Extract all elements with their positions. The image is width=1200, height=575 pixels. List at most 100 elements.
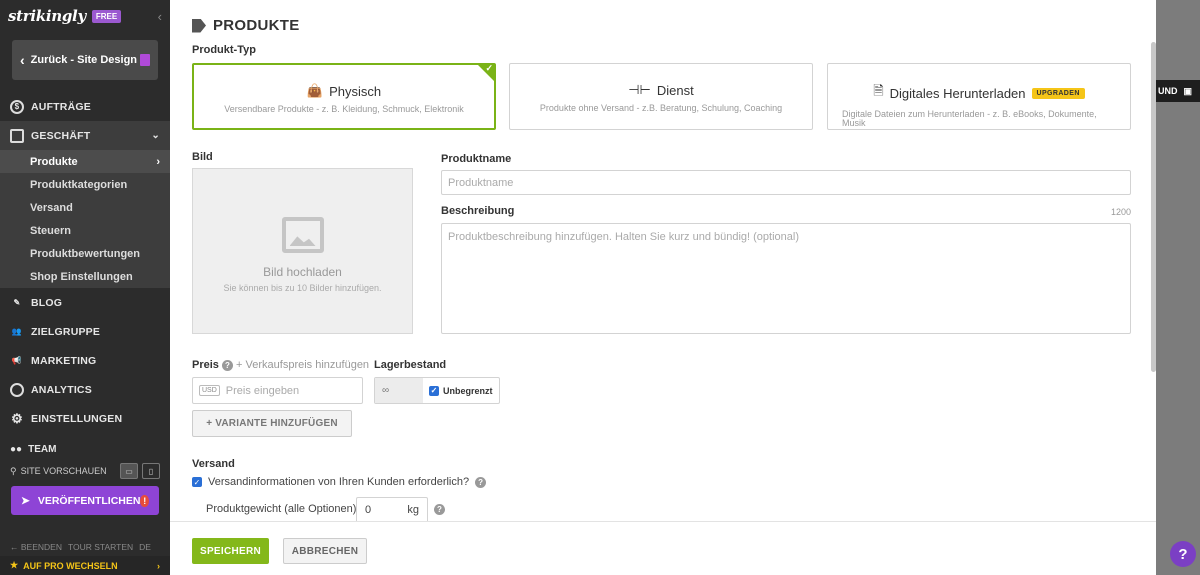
type-title: 🗎 Digitales Herunterladen UPGRADEN xyxy=(828,82,1130,104)
sidebar-item-label: MARKETING xyxy=(31,354,97,367)
add-sale-price-link[interactable]: + Verkaufspreis hinzufügen xyxy=(236,359,369,371)
upgrade-badge[interactable]: UPGRADEN xyxy=(1031,87,1085,99)
upload-hint: Sie können bis zu 10 Bilder hinzufügen. xyxy=(223,283,382,293)
help-button[interactable]: ? xyxy=(1170,541,1196,567)
help-icon[interactable]: ? xyxy=(221,359,233,371)
product-type-label: Produkt-Typ xyxy=(192,44,256,56)
type-card-digital[interactable]: 🗎 Digitales Herunterladen UPGRADEN Digit… xyxy=(827,63,1131,130)
cancel-button[interactable]: ABBRECHEN xyxy=(283,538,367,564)
team-icon: ●● xyxy=(10,443,23,455)
tour-link[interactable]: TOUR STARTEN xyxy=(68,542,133,552)
sidebar-item-audience[interactable]: 👥 ZIELGRUPPE xyxy=(0,317,170,346)
stock-field: ∞ ✓ Unbegrenzt xyxy=(374,377,500,404)
sidebar-subitem-shop-settings[interactable]: Shop Einstellungen xyxy=(0,265,170,288)
sidebar-item-analytics[interactable]: ANALYTICS xyxy=(0,375,170,404)
publish-button[interactable]: ➤ VERÖFFENTLICHEN ! xyxy=(11,486,159,515)
checkbox-checked-icon: ✓ xyxy=(429,385,439,396)
sidebar-subitem-shipping[interactable]: Versand xyxy=(0,196,170,219)
sidebar-item-label: BLOG xyxy=(31,296,63,309)
preview-label[interactable]: SITE VORSCHAUEN xyxy=(21,466,107,476)
upgrade-pro-label: AUF PRO WECHSELN xyxy=(23,560,118,571)
type-card-physical[interactable]: ✓ 👜 Physisch Versendbare Produkte - z. B… xyxy=(192,63,496,130)
sidebar-item-marketing[interactable]: 📢 MARKETING xyxy=(0,346,170,375)
description-textarea[interactable]: Produktbeschreibung hinzufügen. Halten S… xyxy=(441,223,1131,334)
sidebar-item-blog[interactable]: ✎ BLOG xyxy=(0,288,170,317)
sidebar-subitem-categories[interactable]: Produktkategorien xyxy=(0,173,170,196)
back-label: Zurück - Site Design xyxy=(30,54,138,66)
sidebar-item-business[interactable]: GESCHÄFT ⌄ xyxy=(0,121,170,150)
page-icon xyxy=(140,54,150,66)
weight-input[interactable]: 0 kg xyxy=(356,497,428,523)
file-icon: 🗎 xyxy=(873,83,884,98)
sidebar-subitem-reviews[interactable]: Produktbewertungen xyxy=(0,242,170,265)
unlimited-checkbox[interactable]: ✓ Unbegrenzt xyxy=(423,378,499,403)
free-badge: FREE xyxy=(91,9,122,23)
sidebar: strikingly FREE ‹ ‹ Zurück - Site Design… xyxy=(0,0,170,575)
mobile-icon[interactable]: ▯ xyxy=(142,463,160,479)
image-label: Bild xyxy=(192,151,213,163)
store-icon xyxy=(10,128,24,143)
chevron-down-icon: ⌄ xyxy=(151,130,160,141)
price-input[interactable]: USD Preis eingeben xyxy=(192,377,363,404)
help-icon[interactable]: ? xyxy=(475,476,487,488)
help-icon[interactable]: ? xyxy=(434,504,445,515)
type-subtitle: Digitale Dateien zum Herunterladen - z. … xyxy=(842,109,1097,128)
char-count: 1200 xyxy=(1111,207,1132,217)
sidebar-subitem-taxes[interactable]: Steuern xyxy=(0,219,170,242)
type-title: 👜 Physisch xyxy=(306,83,382,99)
device-toggle: ▭ ▯ xyxy=(120,463,160,479)
feather-icon: ✎ xyxy=(13,298,21,307)
sidebar-item-label: ZIELGRUPPE xyxy=(31,325,101,338)
check-icon: ✓ xyxy=(485,63,493,73)
description-label: Beschreibung xyxy=(441,205,515,217)
backdrop-toolbar: UND ▣ xyxy=(1156,80,1200,102)
collapse-sidebar-icon[interactable]: ‹ xyxy=(158,9,162,24)
currency-badge: USD xyxy=(199,385,220,396)
shipping-required-checkbox[interactable]: ✓ xyxy=(192,477,202,487)
search-icon: ⚲ xyxy=(10,465,17,476)
stock-input[interactable]: ∞ xyxy=(375,378,423,403)
desktop-icon[interactable]: ▭ xyxy=(120,463,138,479)
sidebar-subitem-products[interactable]: Produkte › xyxy=(0,150,170,173)
type-subtitle: Versendbare Produkte - z. B. Kleidung, S… xyxy=(224,104,464,114)
dollar-icon: $ xyxy=(10,99,24,114)
add-variant-button[interactable]: + VARIANTE HINZUFÜGEN xyxy=(192,410,352,437)
subitem-label: Produkte xyxy=(30,155,78,168)
language-link[interactable]: DE xyxy=(139,542,151,552)
modal-title: PRODUKTE xyxy=(192,17,300,34)
business-submenu: Produkte › Produktkategorien Versand Ste… xyxy=(0,150,170,288)
product-name-input[interactable]: Produktname xyxy=(441,170,1131,195)
sidebar-item-label: ANALYTICS xyxy=(31,383,92,396)
upgrade-pro-button[interactable]: ★ AUF PRO WECHSELN › xyxy=(0,556,170,575)
price-label-row: Preis ? + Verkaufspreis hinzufügen xyxy=(192,359,369,371)
sidebar-item-team[interactable]: ●● TEAM xyxy=(0,439,170,459)
rocket-icon: ➤ xyxy=(21,494,30,507)
modal-footer: SPEICHERN ABBRECHEN xyxy=(170,521,1156,575)
logo[interactable]: strikingly xyxy=(8,7,86,25)
bag-icon: 👜 xyxy=(306,83,324,98)
chevron-left-icon: ‹ xyxy=(20,52,25,68)
site-preview-row: ⚲ SITE VORSCHAUEN ▭ ▯ xyxy=(0,459,170,483)
image-icon: ▣ xyxy=(1183,85,1193,96)
image-upload-area[interactable]: Bild hochladen Sie können bis zu 10 Bild… xyxy=(192,168,413,334)
product-modal: PRODUKTE Produkt-Typ ✓ 👜 Physisch Versen… xyxy=(170,0,1156,575)
sidebar-item-settings[interactable]: ⚙ EINSTELLUNGEN xyxy=(0,404,170,433)
back-to-site-design-button[interactable]: ‹ Zurück - Site Design xyxy=(12,40,158,80)
save-button[interactable]: SPEICHERN xyxy=(192,538,269,564)
modal-scrollbar[interactable] xyxy=(1151,42,1156,372)
upload-title: Bild hochladen xyxy=(263,265,342,279)
sidebar-item-label: AUFTRÄGE xyxy=(31,100,91,113)
shipping-required-row: ✓ Versandinformationen von Ihren Kunden … xyxy=(192,476,487,488)
product-name-label: Produktname xyxy=(441,153,512,165)
type-subtitle: Produkte ohne Versand - z.B. Beratung, S… xyxy=(539,103,783,113)
chevron-right-icon: › xyxy=(156,155,160,168)
dumbbell-icon: ⊣⊢ xyxy=(628,82,651,97)
type-card-service[interactable]: ⊣⊢ Dienst Produkte ohne Versand - z.B. B… xyxy=(509,63,813,130)
image-placeholder-icon xyxy=(281,217,324,253)
logo-row: strikingly FREE ‹ xyxy=(0,0,170,32)
sidebar-item-orders[interactable]: $ AUFTRÄGE xyxy=(0,92,170,121)
exit-link[interactable]: ← BEENDEN xyxy=(10,542,62,552)
publish-label: VERÖFFENTLICHEN xyxy=(37,494,141,507)
tag-icon xyxy=(192,18,206,33)
analytics-icon xyxy=(10,382,24,397)
